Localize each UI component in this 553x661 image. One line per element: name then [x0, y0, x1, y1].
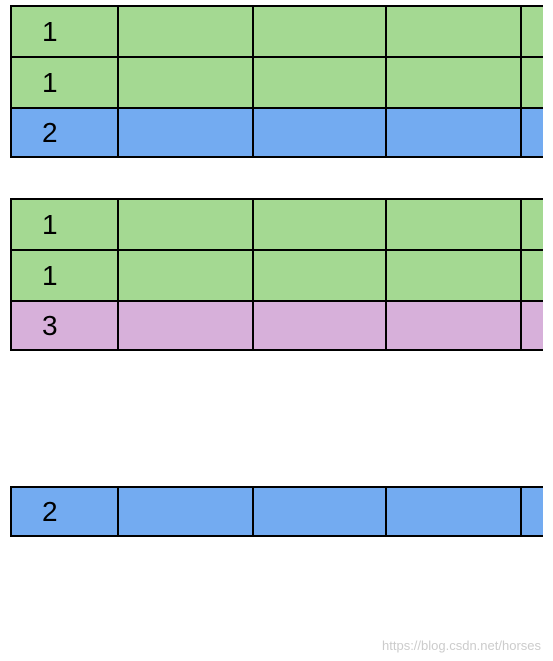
cell-empty: [119, 58, 254, 107]
cell-empty: [387, 251, 522, 300]
cell-value: 1: [12, 58, 119, 107]
table-block-3: 2: [10, 486, 543, 537]
cell-empty: [119, 488, 254, 535]
cell-value: 1: [12, 7, 119, 56]
table-row: 1: [10, 249, 543, 300]
table-block-2: 1 1 3: [10, 198, 543, 351]
cell-empty: [119, 200, 254, 249]
cell-empty: [254, 7, 387, 56]
cell-empty: [387, 488, 522, 535]
cell-empty: [387, 302, 522, 349]
cell-value: 2: [12, 109, 119, 156]
table-row: 3: [10, 300, 543, 351]
table-row: 2: [10, 486, 543, 537]
cell-value: 1: [12, 200, 119, 249]
cell-empty: [119, 251, 254, 300]
cell-empty: [119, 109, 254, 156]
table-row: 1: [10, 198, 543, 249]
table-row: 2: [10, 107, 543, 158]
cell-empty: [387, 109, 522, 156]
cell-empty: [387, 200, 522, 249]
cell-value: 1: [12, 251, 119, 300]
cell-value: 2: [12, 488, 119, 535]
table-row: 1: [10, 56, 543, 107]
cell-empty: [254, 251, 387, 300]
table-row: 1: [10, 5, 543, 56]
cell-empty: [387, 7, 522, 56]
cell-empty: [254, 302, 387, 349]
cell-empty: [254, 109, 387, 156]
cell-empty: [254, 200, 387, 249]
cell-empty: [119, 302, 254, 349]
cell-value: 3: [12, 302, 119, 349]
cell-empty: [387, 58, 522, 107]
watermark-text: https://blog.csdn.net/horses: [382, 638, 541, 653]
cell-empty: [119, 7, 254, 56]
cell-empty: [254, 58, 387, 107]
table-block-1: 1 1 2: [10, 5, 543, 158]
cell-empty: [254, 488, 387, 535]
